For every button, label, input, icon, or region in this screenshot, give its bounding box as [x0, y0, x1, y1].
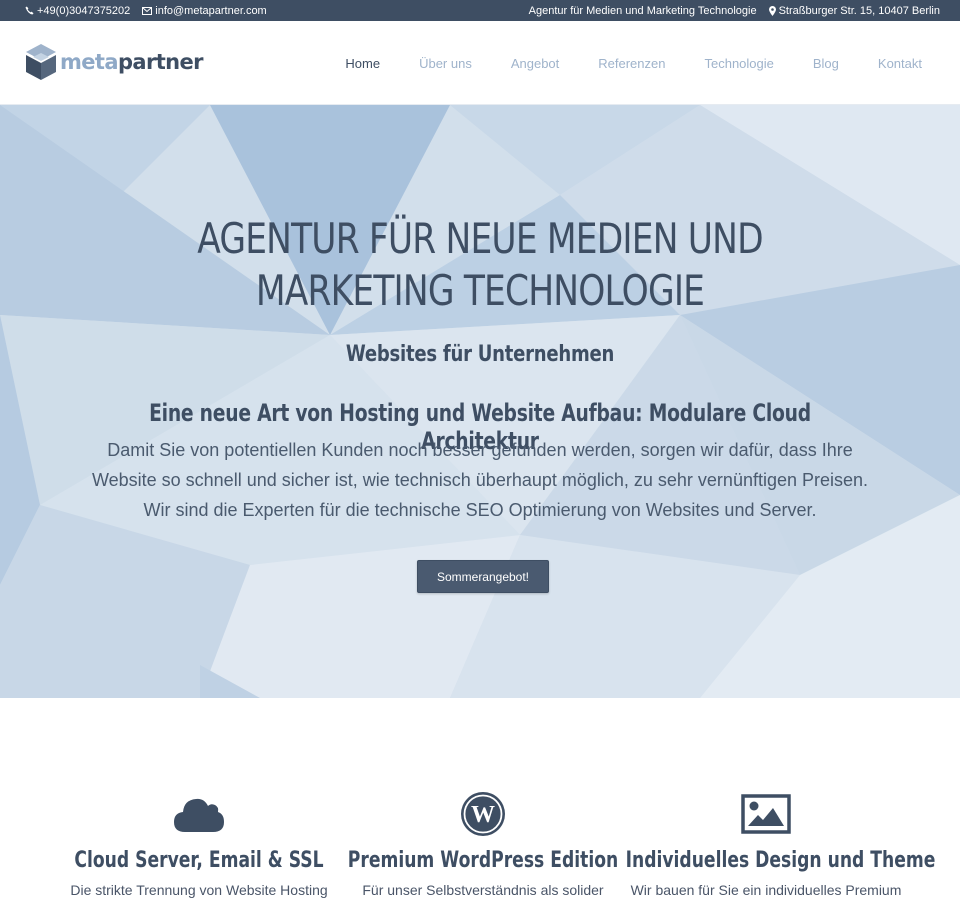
logo[interactable]: metapartner [24, 43, 203, 81]
address: Straßburger Str. 15, 10407 Berlin [768, 4, 940, 17]
email-link[interactable]: info@metapartner.com [142, 4, 267, 17]
phone-link[interactable]: +49(0)3047375202 [25, 5, 130, 17]
envelope-icon [142, 6, 153, 15]
map-marker-icon [768, 5, 776, 16]
nav-angebot[interactable]: Angebot [511, 56, 559, 71]
nav-referenzen[interactable]: Referenzen [598, 56, 665, 71]
feature-title: Premium WordPress Edition [347, 848, 619, 873]
phone-icon [25, 6, 34, 15]
nav-ueber-uns[interactable]: Über uns [419, 56, 472, 71]
main-nav: Home Über uns Angebot Referenzen Technol… [306, 21, 922, 105]
hero-title: AGENTUR FÜR NEUE MEDIEN UND MARKETING TE… [197, 214, 763, 315]
hero-lead-text: Damit Sie von potentiellen Kunden noch b… [91, 440, 869, 520]
logo-text-meta: meta [60, 49, 119, 74]
cloud-icon [174, 798, 224, 832]
contact-info: +49(0)3047375202 info@metapartner.com [25, 5, 267, 17]
nav-blog[interactable]: Blog [813, 56, 839, 71]
feature-title: Cloud Server, Email & SSL [74, 848, 324, 873]
company-info: Agentur für Medien und Marketing Technol… [529, 5, 940, 17]
logo-text: metapartner [60, 49, 204, 74]
top-bar: +49(0)3047375202 info@metapartner.com Ag… [0, 0, 960, 21]
nav-technologie[interactable]: Technologie [704, 56, 773, 71]
svg-text:W: W [471, 802, 495, 828]
feature-title: Individuelles Design und Theme [625, 848, 936, 873]
hero-subtitle: Websites für Unternehmen [345, 342, 615, 367]
phone-number: +49(0)3047375202 [37, 4, 131, 17]
hero-content: AGENTUR FÜR NEUE MEDIEN UND MARKETING TE… [0, 105, 960, 698]
logo-cube-icon [26, 44, 56, 80]
feature-desc: Wir bauen für Sie ein individuelles Prem… [630, 882, 902, 898]
hero-section: AGENTUR FÜR NEUE MEDIEN UND MARKETING TE… [0, 105, 960, 698]
tagline: Agentur für Medien und Marketing Technol… [528, 4, 757, 17]
sommerangebot-button[interactable]: Sommerangebot! [417, 560, 549, 593]
features-section: Cloud Server, Email & SSL Die strikte Tr… [0, 698, 960, 905]
nav-kontakt[interactable]: Kontakt [878, 56, 922, 71]
address-text: Straßburger Str. 15, 10407 Berlin [778, 4, 940, 17]
email-address: info@metapartner.com [155, 4, 267, 17]
image-icon [741, 794, 791, 834]
logo-text-partner: partner [117, 49, 204, 74]
site-header: metapartner Home Über uns Angebot Refere… [0, 21, 960, 105]
wordpress-icon: W [461, 792, 505, 836]
nav-home[interactable]: Home [345, 56, 380, 71]
